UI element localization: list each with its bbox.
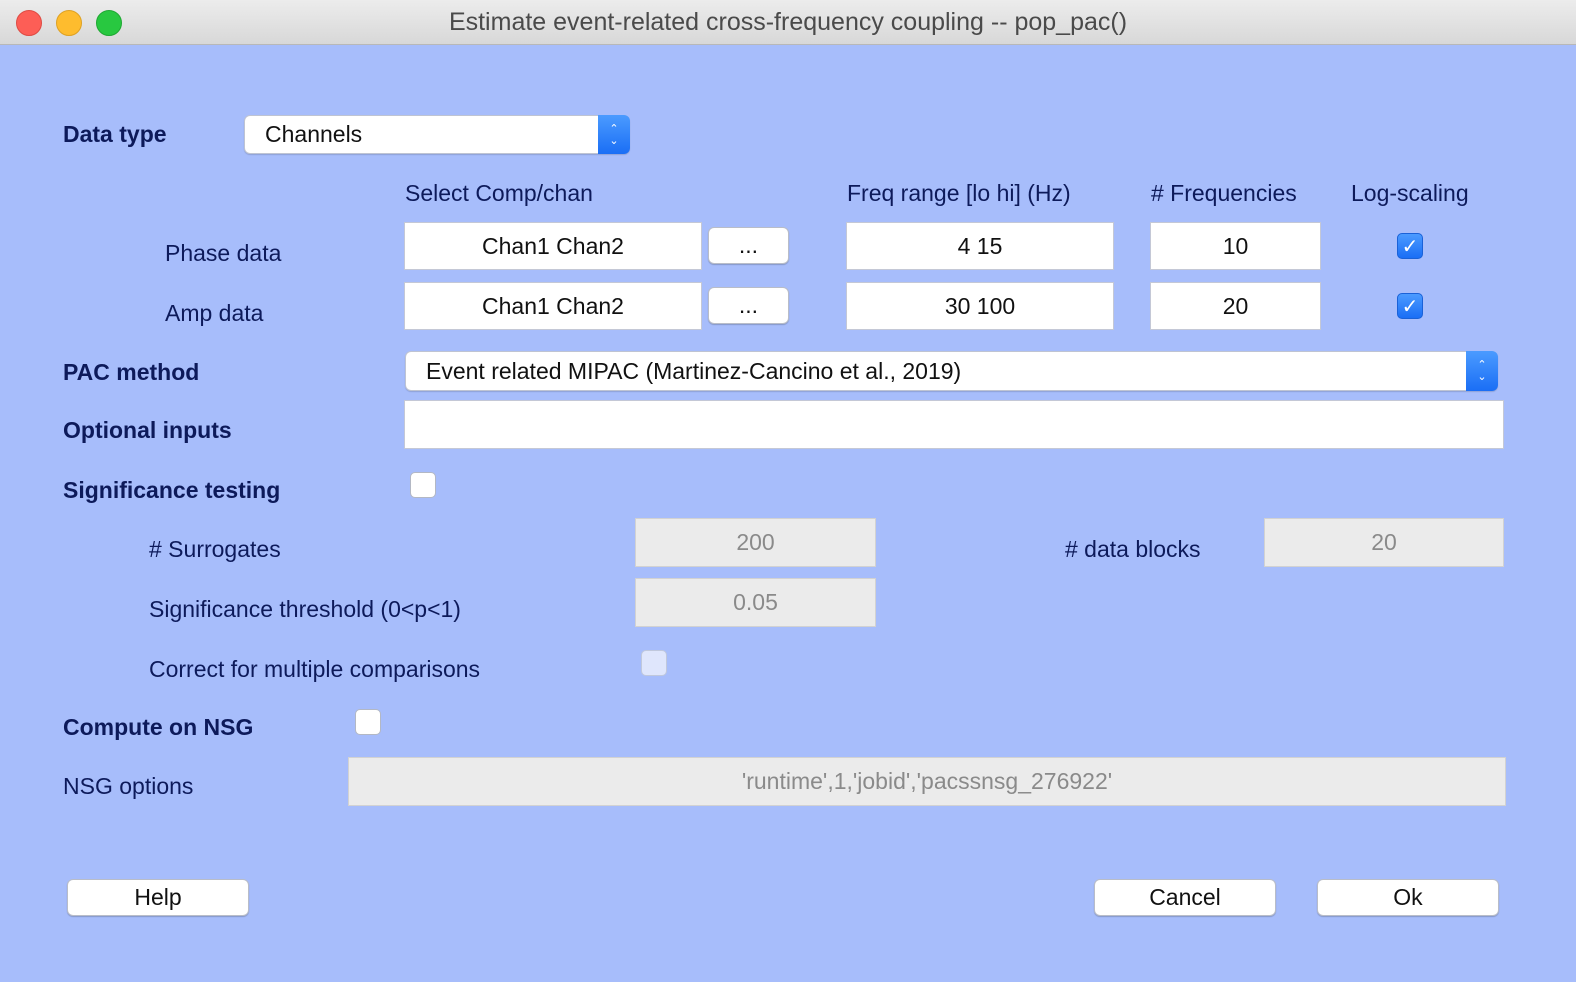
- amp-channels-input[interactable]: Chan1 Chan2: [404, 282, 702, 330]
- significance-threshold-input[interactable]: 0.05: [635, 578, 876, 627]
- pac-method-value: Event related MIPAC (Martinez-Cancino et…: [426, 357, 962, 384]
- optional-inputs-field[interactable]: [404, 400, 1504, 449]
- nsg-options-label: NSG options: [63, 773, 194, 799]
- pac-method-select[interactable]: Event related MIPAC (Martinez-Cancino et…: [405, 351, 1498, 391]
- data-type-value: Channels: [265, 121, 363, 147]
- data-type-label: Data type: [63, 121, 167, 147]
- amp-browse-button[interactable]: ...: [708, 287, 789, 324]
- correct-multiple-comparisons-label: Correct for multiple comparisons: [149, 656, 481, 682]
- phase-num-frequencies-input[interactable]: 10: [1150, 222, 1321, 270]
- window-title: Estimate event-related cross-frequency c…: [448, 8, 1128, 36]
- compute-on-nsg-checkbox[interactable]: [355, 709, 381, 735]
- ok-button[interactable]: Ok: [1317, 879, 1499, 916]
- checkmark-icon: ✓: [1401, 235, 1419, 258]
- header-select-comp-chan: Select Comp/chan: [405, 180, 593, 206]
- pac-method-label: PAC method: [63, 359, 200, 385]
- amp-freq-range-input[interactable]: 30 100: [846, 282, 1114, 330]
- correct-multiple-comparisons-checkbox[interactable]: [641, 650, 667, 676]
- chevron-updown-icon: ⌃ ⌄: [1466, 351, 1498, 391]
- checkmark-icon: ✓: [1401, 295, 1419, 318]
- data-blocks-input[interactable]: 20: [1264, 518, 1504, 567]
- cancel-button[interactable]: Cancel: [1094, 879, 1276, 916]
- compute-on-nsg-label: Compute on NSG: [63, 714, 254, 740]
- significance-testing-label: Significance testing: [63, 477, 281, 503]
- chevron-updown-icon: ⌃ ⌄: [598, 115, 630, 154]
- optional-inputs-label: Optional inputs: [63, 417, 232, 443]
- amp-log-scaling-checkbox[interactable]: ✓: [1397, 293, 1423, 319]
- help-button[interactable]: Help: [67, 879, 249, 916]
- nsg-options-input[interactable]: 'runtime',1,'jobid','pacssnsg_276922': [348, 757, 1506, 806]
- phase-channels-input[interactable]: Chan1 Chan2: [404, 222, 702, 270]
- amp-num-frequencies-input[interactable]: 20: [1150, 282, 1321, 330]
- phase-browse-button[interactable]: ...: [708, 227, 789, 264]
- significance-testing-checkbox[interactable]: [410, 472, 436, 498]
- phase-freq-range-input[interactable]: 4 15: [846, 222, 1114, 270]
- header-num-frequencies: # Frequencies: [1151, 180, 1297, 206]
- data-blocks-label: # data blocks: [1065, 536, 1201, 562]
- phase-log-scaling-checkbox[interactable]: ✓: [1397, 233, 1423, 259]
- header-freq-range: Freq range [lo hi] (Hz): [847, 180, 1071, 206]
- surrogates-label: # Surrogates: [149, 536, 281, 562]
- title-bar: Estimate event-related cross-frequency c…: [0, 0, 1576, 45]
- surrogates-input[interactable]: 200: [635, 518, 876, 567]
- significance-threshold-label: Significance threshold (0<p<1): [149, 596, 461, 622]
- amp-data-label: Amp data: [165, 300, 264, 326]
- data-type-select[interactable]: Channels ⌃ ⌄: [244, 115, 630, 154]
- phase-data-label: Phase data: [165, 240, 282, 266]
- header-log-scaling: Log-scaling: [1351, 180, 1469, 206]
